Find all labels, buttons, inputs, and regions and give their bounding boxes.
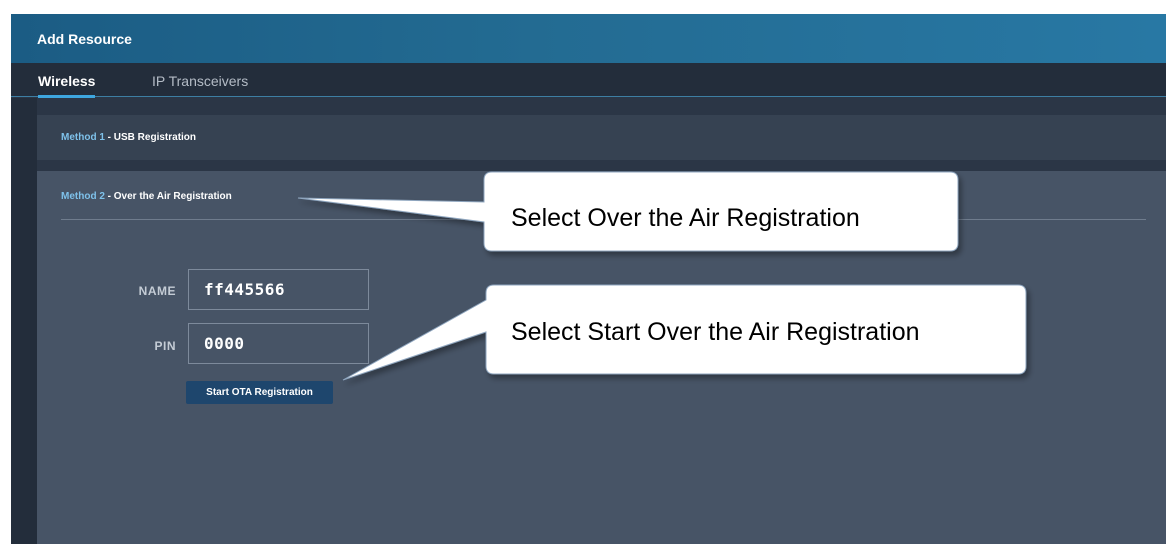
tab-wireless[interactable]: Wireless: [38, 73, 96, 98]
window-title: Add Resource: [37, 31, 132, 47]
method-1-separator: -: [104, 132, 114, 143]
tab-bar: Wireless IP Transceivers: [11, 63, 1166, 98]
method-2-separator: -: [104, 191, 114, 202]
method-2-name: Over the Air Registration: [113, 191, 232, 202]
method-1-number: Method 1: [61, 132, 105, 143]
method-1-name: USB Registration: [113, 132, 197, 143]
name-label: NAME: [138, 284, 176, 298]
screenshot-stage: Add Resource Wireless IP Transceivers Me…: [0, 0, 1166, 544]
method-2-divider: [61, 219, 1146, 220]
name-input[interactable]: [188, 269, 369, 310]
pin-input[interactable]: [188, 323, 369, 364]
left-rail: [11, 98, 37, 544]
method-1-panel[interactable]: Method 1 - USB Registration: [37, 115, 1166, 160]
tab-ip-transceivers[interactable]: IP Transceivers: [152, 73, 248, 95]
method-1-title[interactable]: Method 1 - USB Registration: [61, 132, 196, 143]
start-ota-registration-button[interactable]: Start OTA Registration: [186, 381, 333, 404]
method-2-panel: Method 2 - Over the Air Registration NAM…: [37, 171, 1166, 544]
method-2-title[interactable]: Method 2 - Over the Air Registration: [61, 191, 232, 202]
add-resource-window: Add Resource Wireless IP Transceivers Me…: [11, 14, 1166, 544]
method-2-number: Method 2: [61, 191, 105, 202]
pin-label: PIN: [154, 339, 176, 353]
window-titlebar: Add Resource: [11, 14, 1166, 63]
